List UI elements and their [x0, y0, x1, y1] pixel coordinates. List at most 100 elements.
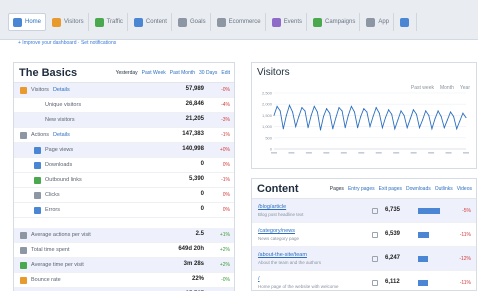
- tab-traffic[interactable]: Traffic: [91, 13, 128, 31]
- visitors-point: [465, 117, 467, 119]
- x-tick-mark: [375, 152, 382, 154]
- visitors-point: [304, 110, 306, 112]
- tab-content[interactable]: Content: [130, 13, 172, 31]
- error-icon: [34, 207, 41, 214]
- metric-label: New visitors: [45, 117, 75, 123]
- x-tick-mark: [463, 152, 469, 154]
- content-tab-link[interactable]: Videos: [457, 186, 472, 192]
- content-page-link[interactable]: /category/news: [258, 228, 295, 234]
- metric-value: 21,205: [185, 116, 204, 122]
- basics-spacer: [14, 218, 234, 228]
- tab-campaigns[interactable]: Campaigns: [309, 13, 361, 31]
- visitors-point: [384, 117, 386, 119]
- content-tab-link[interactable]: Outlinks: [435, 186, 453, 192]
- x-tick-mark: [445, 152, 452, 154]
- visitors-point: [415, 113, 417, 115]
- visitors-point: [419, 127, 421, 129]
- metric-value: 649d 20h: [178, 246, 204, 252]
- metric-value: 3m 28s: [183, 261, 204, 267]
- content-page-link[interactable]: /about-the-site/team: [258, 252, 307, 258]
- tab-events[interactable]: Events: [268, 13, 307, 31]
- visitors-point: [295, 126, 297, 128]
- content-page-link[interactable]: /: [258, 276, 260, 282]
- page-icon: [372, 232, 378, 238]
- basics-range-link[interactable]: 30 Days: [199, 70, 217, 76]
- visitors-point: [301, 107, 303, 109]
- tab-label: Traffic: [106, 19, 123, 25]
- metric-change: -1%: [221, 177, 230, 183]
- content-share-bar: [418, 280, 428, 286]
- ecommerce-icon: [216, 17, 226, 27]
- visitors-point: [462, 112, 464, 114]
- metric-label: Average time per visit: [31, 262, 84, 268]
- content-tab-link[interactable]: Exit pages: [379, 186, 402, 192]
- download-icon: [34, 162, 41, 169]
- metric-change: +2%: [219, 247, 230, 253]
- basics-range-link[interactable]: Past Week: [142, 70, 166, 76]
- y-tick-label: 1,000: [262, 124, 273, 129]
- metric-label: Page views: [45, 147, 73, 153]
- metric-row: Clicks 0 0%: [14, 188, 234, 203]
- visitors-point: [279, 110, 281, 112]
- content-page-link[interactable]: /blog/article: [258, 204, 286, 210]
- content-tab-link[interactable]: Downloads: [406, 186, 431, 192]
- content-change: -5%: [462, 208, 471, 214]
- content-tab-link[interactable]: Pages: [330, 186, 344, 192]
- metric-label-text: Average actions per visit: [31, 232, 91, 238]
- app-icon: [366, 17, 376, 27]
- more-icon: [400, 17, 410, 27]
- metric-label: Outbound links: [45, 177, 82, 183]
- clock-icon: [20, 247, 27, 254]
- y-tick-label: 2,000: [262, 102, 273, 107]
- basics-range-link[interactable]: Past Month: [170, 70, 195, 76]
- visitors-point: [394, 128, 396, 130]
- tab-more[interactable]: [396, 13, 418, 31]
- visitors-point: [388, 109, 390, 111]
- content-share-bar: [418, 232, 429, 238]
- metric-change: -1%: [221, 132, 230, 138]
- visitors-point: [446, 119, 448, 121]
- visitors-point: [422, 119, 424, 121]
- visitors-point: [323, 116, 325, 118]
- metric-details-link[interactable]: Details: [53, 132, 70, 138]
- y-tick-label: 0: [270, 147, 273, 152]
- content-header: Content Pages Entry pages Exit pages Downlo…: [252, 179, 476, 199]
- metric-value: 0: [200, 191, 204, 197]
- tab-visitors[interactable]: Visitors: [48, 13, 89, 31]
- content-row: /category/news News category page 6,539 -11…: [252, 223, 476, 247]
- metric-label-text: Bounce rate: [31, 277, 61, 283]
- metric-label-text: Unique visitors: [45, 102, 82, 108]
- page-icon: [372, 280, 378, 286]
- metric-change: 0%: [222, 192, 230, 198]
- content-tab-link[interactable]: Entry pages: [348, 186, 375, 192]
- visitors-header: Visitors: [252, 63, 476, 85]
- tab-home[interactable]: Home: [8, 13, 47, 31]
- metric-label: Actions Details: [31, 132, 70, 138]
- metric-change: +2%: [219, 262, 230, 268]
- average-icon: [20, 232, 27, 239]
- metric-label-text: Visitors: [31, 87, 49, 93]
- metric-label: Total time spent: [31, 247, 70, 253]
- content-panel: Content Pages Entry pages Exit pages Downlo…: [251, 178, 477, 291]
- tab-goals[interactable]: Goals: [174, 13, 211, 31]
- content-page-subtitle: About the team and the authors: [258, 260, 322, 265]
- metric-row: Total time spent 649d 20h +2%: [14, 243, 234, 258]
- visitors-point: [412, 109, 414, 111]
- basics-range-link[interactable]: Edit: [221, 70, 230, 76]
- visitors-point: [319, 129, 321, 131]
- metric-row: Average actions per visit 2.5 +1%: [14, 228, 234, 243]
- metric-change: 0%: [222, 207, 230, 213]
- metric-label: Average actions per visit: [31, 232, 91, 238]
- tab-app[interactable]: App: [362, 13, 395, 31]
- sub-toolbar-links[interactable]: + Improve your dashboard · Set notificat…: [18, 40, 116, 46]
- metric-label: Unique visitors: [45, 102, 81, 108]
- visitors-point: [425, 110, 427, 112]
- metric-label-text: Total time spent: [31, 247, 70, 253]
- metric-details-link[interactable]: Details: [53, 87, 70, 93]
- visitors-point: [354, 111, 356, 113]
- metric-label-text: Errors: [45, 207, 60, 213]
- basics-range-link[interactable]: Yesterday: [116, 70, 138, 76]
- tab-ecommerce[interactable]: Ecommerce: [213, 13, 266, 31]
- content-value: 6,735: [385, 207, 401, 213]
- content-row: /about-the-site/team About the team and t…: [252, 247, 476, 271]
